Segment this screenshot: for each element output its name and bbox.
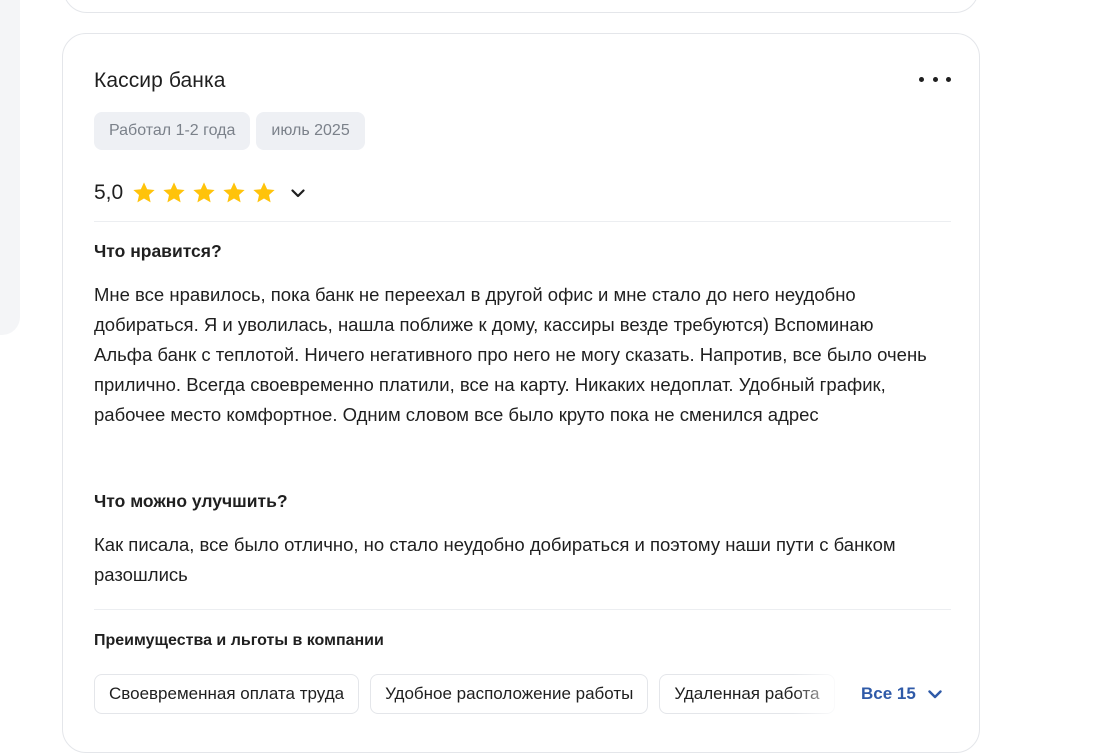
rating-row: 5,0 xyxy=(94,178,309,208)
show-all-label: Все 15 xyxy=(861,684,916,703)
star-icon xyxy=(191,180,217,206)
tag-review-date: июль 2025 xyxy=(256,112,365,150)
more-horizontal-icon xyxy=(932,76,938,82)
more-horizontal-icon xyxy=(946,76,951,82)
likes-text: Мне все нравилось, пока банк не переехал… xyxy=(94,284,927,425)
side-panel xyxy=(0,0,20,335)
benefits-heading: Преимущества и льготы в компании xyxy=(94,632,384,649)
more-options-button[interactable] xyxy=(919,67,951,91)
improve-heading: Что можно улучшить? xyxy=(94,491,288,511)
review-card: Кассир банка Работал 1-2 года июль 2025 … xyxy=(62,33,980,753)
chevron-down-icon xyxy=(291,188,305,197)
benefits-list: Своевременная оплата труда Удобное распо… xyxy=(94,674,842,716)
star-icon xyxy=(251,180,277,206)
star-icon xyxy=(161,180,187,206)
star-icon xyxy=(131,180,157,206)
tag-work-duration: Работал 1-2 года xyxy=(94,112,251,150)
star-icon xyxy=(221,180,247,206)
benefits-fade xyxy=(793,674,853,716)
rating-expand-button[interactable] xyxy=(287,182,309,204)
divider xyxy=(94,221,951,222)
chevron-down-icon xyxy=(928,689,942,698)
likes-heading: Что нравится? xyxy=(94,241,222,261)
benefit-chip[interactable]: Своевременная оплата труда xyxy=(94,674,360,714)
previous-review-card xyxy=(63,0,979,13)
rating-stars xyxy=(131,180,277,206)
review-position-title: Кассир банка xyxy=(94,69,226,92)
show-all-benefits-button[interactable]: Все 15 xyxy=(861,684,942,704)
more-horizontal-icon xyxy=(919,76,924,82)
rating-value: 5,0 xyxy=(94,181,124,204)
divider xyxy=(94,609,951,610)
benefit-chip[interactable]: Удобное расположение работы xyxy=(370,674,649,714)
improve-text: Как писала, все было отлично, но стало н… xyxy=(94,534,896,585)
review-tags: Работал 1-2 года июль 2025 xyxy=(94,112,365,150)
